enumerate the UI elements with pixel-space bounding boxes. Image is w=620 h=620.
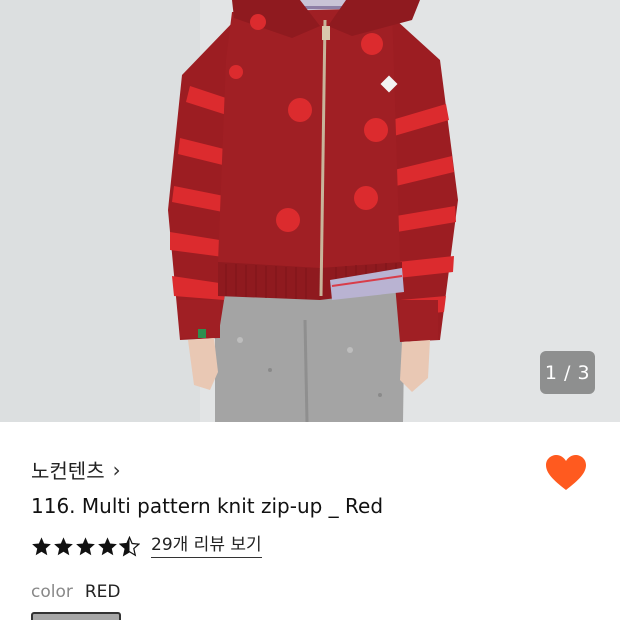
product-image-gallery[interactable]: 1 / 3: [0, 0, 620, 422]
option-label: color: [31, 582, 73, 602]
star-full-icon: [32, 537, 51, 556]
review-count-link[interactable]: 29개 리뷰 보기: [151, 536, 262, 558]
color-option: color RED: [31, 582, 121, 602]
star-rating: [31, 536, 140, 557]
image-counter: 1 / 3: [540, 351, 595, 394]
product-title: 116. Multi pattern knit zip-up _ Red: [31, 494, 384, 518]
star-half-icon: [119, 536, 140, 557]
product-page: 1 / 3 노컨텐츠 › 116. Multi pattern knit zip…: [0, 0, 620, 620]
star-full-icon: [98, 537, 117, 556]
color-swatch-thumbnail[interactable]: [31, 612, 121, 620]
heart-icon[interactable]: [545, 454, 587, 492]
chevron-right-icon: ›: [112, 457, 121, 482]
brand-link[interactable]: 노컨텐츠 ›: [31, 455, 121, 484]
product-photo[interactable]: [0, 0, 620, 422]
rating-row: 29개 리뷰 보기: [31, 536, 262, 558]
brand-name: 노컨텐츠: [31, 459, 105, 483]
star-full-icon: [76, 537, 95, 556]
option-value: RED: [84, 582, 121, 602]
star-full-icon: [54, 537, 73, 556]
